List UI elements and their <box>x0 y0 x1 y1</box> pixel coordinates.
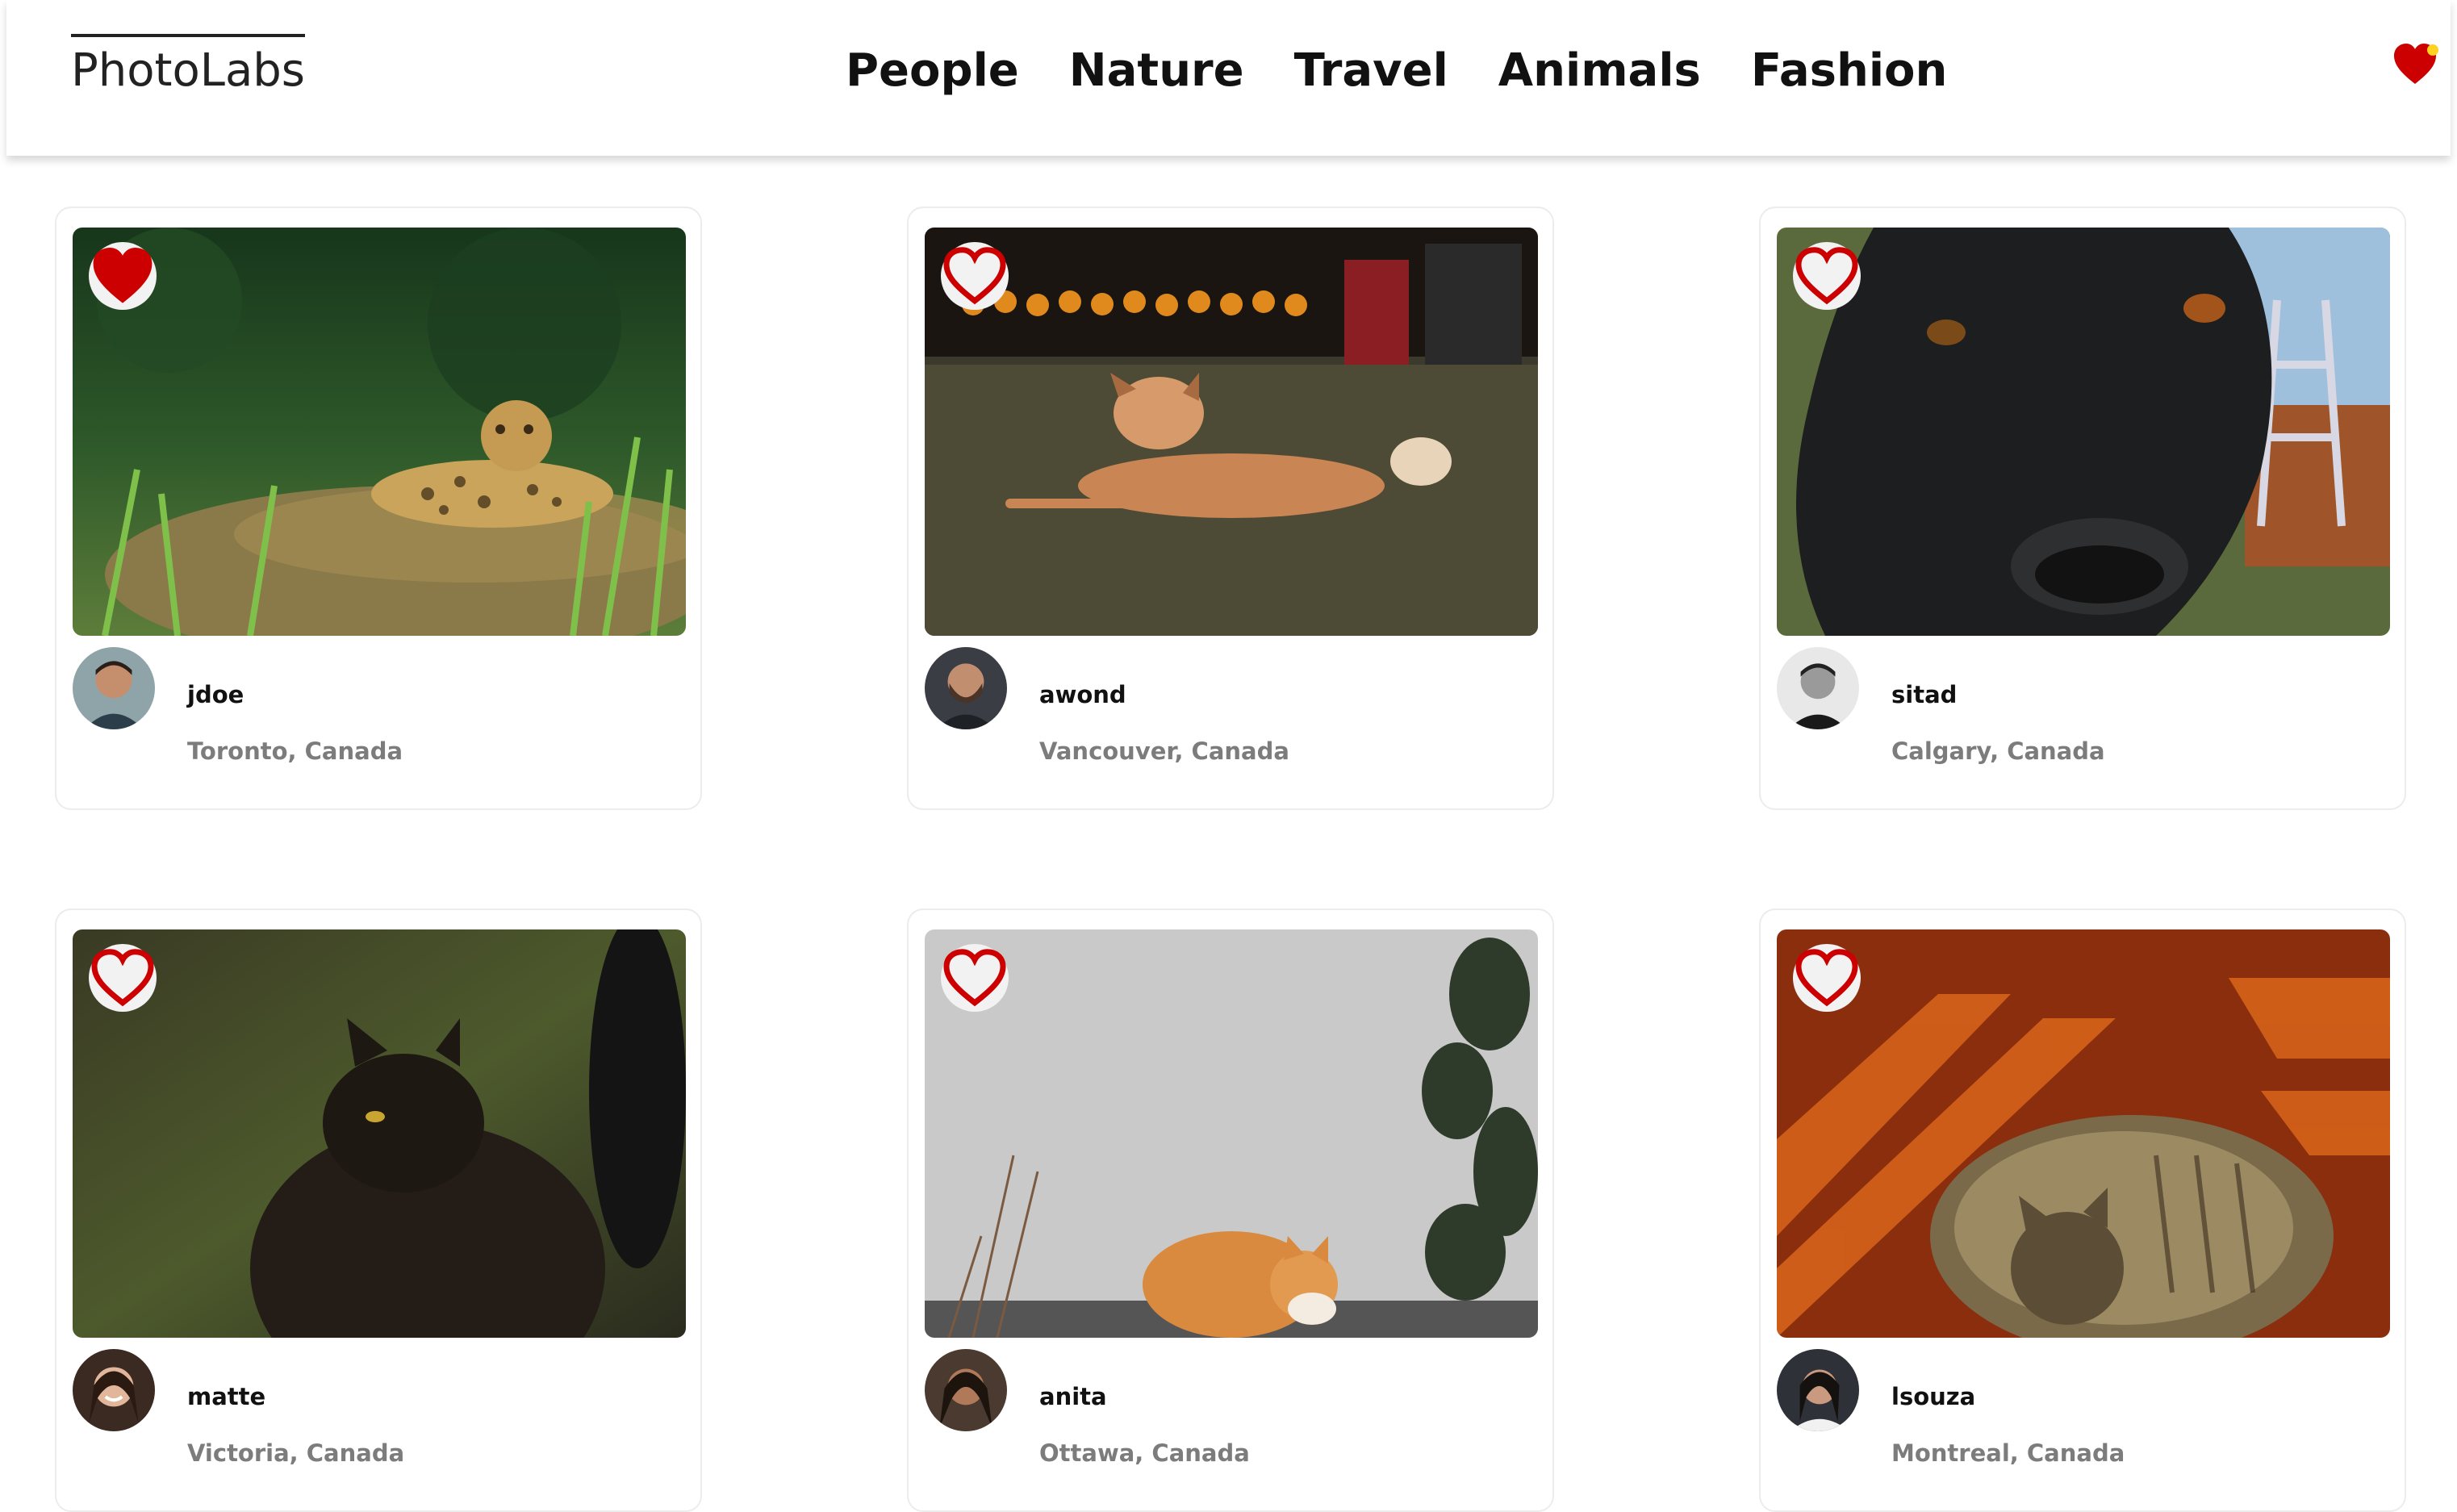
username: jdoe <box>187 681 244 708</box>
photo-image[interactable] <box>73 929 686 1338</box>
topic-fashion[interactable]: Fashion <box>1751 39 1948 103</box>
username: lsouza <box>1891 1383 1976 1410</box>
like-button[interactable] <box>1793 242 1861 310</box>
location: Calgary, Canada <box>1891 737 2105 765</box>
topic-list: People Nature Travel Animals Fashion <box>846 39 1997 103</box>
avatar <box>73 1349 155 1431</box>
photo-list-item[interactable]: jdoe Toronto, Canada <box>55 207 702 810</box>
location: Vancouver, Canada <box>1039 737 1289 765</box>
avatar <box>925 647 1007 729</box>
tabby-cat-photo <box>1777 929 2390 1338</box>
notification-dot <box>2427 44 2438 56</box>
dog-photo <box>925 228 1538 636</box>
like-button[interactable] <box>1793 944 1861 1012</box>
heart-outline-icon <box>943 949 1006 1007</box>
photo-list-item[interactable]: matte Victoria, Canada <box>55 908 702 1512</box>
heart-filled-icon <box>93 248 153 303</box>
app-logo[interactable]: PhotoLabs <box>71 34 305 97</box>
black-dog-photo <box>1777 228 2390 636</box>
profile-photo <box>1777 647 1859 729</box>
favourites-badge[interactable] <box>2392 42 2441 87</box>
black-cat-photo <box>73 929 686 1338</box>
photo-list-item[interactable]: sitad Calgary, Canada <box>1759 207 2406 810</box>
photo-image[interactable] <box>925 929 1538 1338</box>
like-button[interactable] <box>941 242 1009 310</box>
heart-outline-icon <box>943 247 1006 305</box>
topic-animals[interactable]: Animals <box>1498 39 1701 103</box>
heart-outline-icon <box>1795 949 1858 1007</box>
jaguar-photo <box>73 228 686 636</box>
avatar <box>1777 1349 1859 1431</box>
avatar <box>1777 647 1859 729</box>
profile-photo <box>73 647 155 729</box>
like-button[interactable] <box>89 242 157 310</box>
heart-outline-icon <box>1795 247 1858 305</box>
topic-people[interactable]: People <box>846 39 1019 103</box>
profile-photo <box>925 1349 1007 1431</box>
heart-icon <box>2394 44 2438 84</box>
top-navigation-bar: PhotoLabs People Nature Travel Animals F… <box>6 0 2451 156</box>
like-button[interactable] <box>941 944 1009 1012</box>
location: Victoria, Canada <box>187 1439 405 1467</box>
photo-list-item[interactable]: anita Ottawa, Canada <box>907 908 1554 1512</box>
username: anita <box>1039 1383 1107 1410</box>
topic-nature[interactable]: Nature <box>1069 39 1244 103</box>
photo-image[interactable] <box>1777 929 2390 1338</box>
location: Montreal, Canada <box>1891 1439 2125 1467</box>
photo-image[interactable] <box>1777 228 2390 636</box>
profile-photo <box>73 1349 155 1431</box>
photo-image[interactable] <box>73 228 686 636</box>
username: awond <box>1039 681 1126 708</box>
topic-travel[interactable]: Travel <box>1294 39 1448 103</box>
profile-photo <box>925 647 1007 729</box>
like-button[interactable] <box>89 944 157 1012</box>
heart-outline-icon <box>91 949 154 1007</box>
orange-cat-photo <box>925 929 1538 1338</box>
location: Toronto, Canada <box>187 737 403 765</box>
avatar <box>73 647 155 729</box>
photo-list: jdoe Toronto, Canada awond Vancouver, Ca… <box>0 0 2457 1512</box>
photo-image[interactable] <box>925 228 1538 636</box>
avatar <box>925 1349 1007 1431</box>
location: Ottawa, Canada <box>1039 1439 1250 1467</box>
photo-list-item[interactable]: awond Vancouver, Canada <box>907 207 1554 810</box>
photo-list-item[interactable]: lsouza Montreal, Canada <box>1759 908 2406 1512</box>
username: matte <box>187 1383 266 1410</box>
profile-photo <box>1777 1349 1859 1431</box>
username: sitad <box>1891 681 1958 708</box>
